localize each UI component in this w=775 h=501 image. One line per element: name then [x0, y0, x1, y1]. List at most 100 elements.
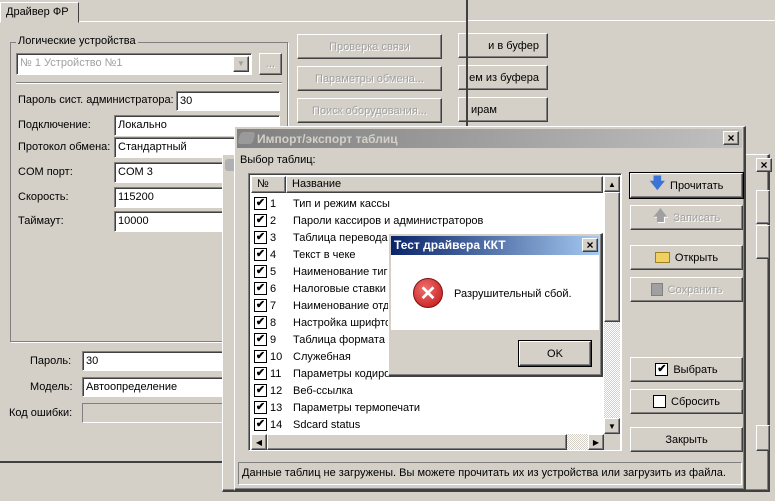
exchange-params-button[interactable]: Параметры обмена...	[297, 66, 442, 91]
paste-from-buffer-button[interactable]: ем из буфера	[458, 65, 548, 90]
table-row[interactable]: ✔ 5 Наименование тиг	[254, 263, 388, 280]
table-row[interactable]: ✔ 4 Текст в чеке	[254, 246, 356, 263]
row-name: Параметры кодиро	[293, 367, 391, 380]
row-number: 2	[270, 214, 277, 227]
password-label: Пароль:	[30, 355, 72, 367]
arrow-down-icon: 🡇	[649, 175, 666, 192]
title-bar: Тест драйвера ККТ	[391, 236, 599, 255]
row-checkbox[interactable]: ✔	[254, 248, 267, 261]
open-button[interactable]: Открыть	[630, 245, 743, 270]
table-row[interactable]: ✔ 8 Настройка шрифто	[254, 314, 391, 331]
row-name: Таблица перевода	[293, 231, 388, 244]
device-combo[interactable]: № 1 Устройство №1	[16, 53, 252, 75]
horizontal-scrollbar[interactable]: ◀ ▶	[251, 434, 604, 450]
scroll-thumb[interactable]	[604, 192, 620, 322]
arrow-up-icon: 🡅	[652, 207, 669, 224]
row-name: Наименование тиг	[293, 265, 388, 278]
reset-button[interactable]: Сбросить	[630, 389, 743, 414]
column-header-number[interactable]: №	[251, 176, 286, 193]
copy-to-buffer-button[interactable]: и в буфер	[458, 33, 548, 58]
table-row[interactable]: ✔ 12 Веб-ссылка	[254, 382, 353, 399]
scroll-left-button[interactable]: ◀	[251, 434, 267, 450]
row-checkbox[interactable]: ✔	[254, 197, 267, 210]
status-bar: Данные таблиц не загружены. Вы можете пр…	[238, 462, 742, 485]
chevron-down-icon[interactable]: ▼	[233, 56, 249, 72]
vertical-scrollbar[interactable]: ▲ ▼	[604, 176, 620, 434]
row-checkbox[interactable]: ✔	[254, 282, 267, 295]
table-row[interactable]: ✔ 7 Наименование отд	[254, 297, 389, 314]
table-row[interactable]: ✔ 2 Пароли кассиров и администраторов	[254, 212, 483, 229]
model-label: Модель:	[30, 381, 73, 393]
folder-open-icon	[654, 252, 670, 263]
row-number: 12	[270, 384, 283, 397]
admin-password-label: Пароль сист. администратора:	[18, 94, 174, 106]
save-button[interactable]: Сохранить	[630, 277, 743, 302]
row-number: 1	[270, 197, 277, 210]
close-button[interactable]: Закрыть	[630, 427, 743, 452]
row-name: Пароли кассиров и администраторов	[293, 214, 484, 227]
table-row[interactable]: ✔ 1 Тип и режим кассы	[254, 195, 390, 212]
row-name: Тип и режим кассы	[293, 197, 390, 210]
row-name: Таблица формата	[293, 333, 385, 346]
cashiers-button[interactable]: ирам	[458, 97, 548, 122]
model-select[interactable]: Автоопределение	[82, 377, 232, 397]
row-name: Налоговые ставки	[293, 282, 386, 295]
scroll-down-button[interactable]: ▼	[604, 418, 620, 434]
row-name: Текст в чеке	[293, 248, 356, 261]
table-row[interactable]: ✔ 13 Параметры термопечати	[254, 399, 420, 416]
row-name: Веб-ссылка	[293, 384, 353, 397]
ellipsis-button[interactable]: ...	[259, 53, 282, 75]
row-checkbox[interactable]: ✔	[254, 350, 267, 363]
row-checkbox[interactable]: ✔	[254, 367, 267, 380]
speed-label: Скорость:	[18, 191, 69, 203]
read-button[interactable]: 🡇 Прочитать	[629, 172, 744, 199]
scroll-up-button[interactable]: ▲	[604, 176, 620, 192]
floppy-disk-icon	[650, 283, 663, 296]
scroll-right-button[interactable]: ▶	[588, 434, 604, 450]
table-row[interactable]: ✔ 3 Таблица перевода	[254, 229, 388, 246]
title-bar: Импорт/экспорт таблиц	[237, 129, 742, 148]
password-field[interactable]: 30	[82, 351, 232, 371]
com-port-label: COM порт:	[18, 166, 73, 178]
tab-driver-fr[interactable]: Драйвер ФР	[0, 2, 79, 23]
search-equipment-button[interactable]: Поиск оборудования...	[297, 98, 442, 123]
error-dialog: Тест драйвера ККТ × ✕ Разрушительный сбо…	[388, 233, 603, 377]
protocol-label: Протокол обмена:	[18, 141, 111, 153]
row-checkbox[interactable]: ✔	[254, 418, 267, 431]
row-checkbox[interactable]: ✔	[254, 265, 267, 278]
select-all-button[interactable]: ✔ Выбрать	[630, 357, 743, 382]
ok-button[interactable]: OK	[518, 340, 592, 367]
check-connection-button[interactable]: Проверка связи	[297, 34, 442, 59]
row-checkbox[interactable]: ✔	[254, 401, 267, 414]
row-number: 7	[270, 299, 277, 312]
table-row[interactable]: ✔ 11 Параметры кодиро	[254, 365, 390, 382]
close-icon[interactable]: ×	[756, 158, 772, 172]
table-row[interactable]: ✔ 10 Служебная	[254, 348, 351, 365]
error-code-field	[82, 403, 232, 423]
row-checkbox[interactable]: ✔	[254, 231, 267, 244]
row-number: 14	[270, 418, 283, 431]
close-icon[interactable]: ×	[723, 131, 739, 145]
row-number: 8	[270, 316, 277, 329]
admin-password-field[interactable]: 30	[176, 91, 280, 111]
row-checkbox[interactable]: ✔	[254, 333, 267, 346]
row-number: 3	[270, 231, 277, 244]
row-checkbox[interactable]: ✔	[254, 299, 267, 312]
close-icon[interactable]: ×	[582, 238, 598, 252]
row-number: 9	[270, 333, 277, 346]
table-row[interactable]: ✔ 14 Sdcard status	[254, 416, 360, 433]
group-title: Логические устройства	[16, 35, 138, 47]
write-button[interactable]: 🡅 Записать	[630, 205, 743, 230]
table-row[interactable]: ✔ 9 Таблица формата	[254, 331, 385, 348]
row-checkbox[interactable]: ✔	[254, 384, 267, 397]
select-tables-label: Выбор таблиц:	[240, 154, 316, 166]
row-name: Параметры термопечати	[293, 401, 421, 414]
connection-label: Подключение:	[18, 119, 91, 131]
scroll-thumb-h[interactable]	[267, 434, 567, 450]
row-number: 11	[270, 367, 282, 380]
row-checkbox[interactable]: ✔	[254, 214, 267, 227]
table-row[interactable]: ✔ 6 Налоговые ставки	[254, 280, 386, 297]
row-checkbox[interactable]: ✔	[254, 316, 267, 329]
row-number: 10	[270, 350, 283, 363]
column-header-name[interactable]: Название	[286, 176, 603, 193]
